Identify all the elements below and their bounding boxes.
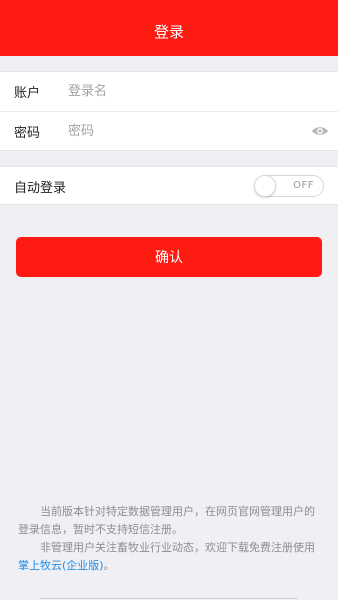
account-row: 账户 <box>0 72 338 111</box>
page-title: 登录 <box>153 22 184 41</box>
auto-login-section: 自动登录 OFF <box>0 166 338 205</box>
toggle-state-text: OFF <box>293 180 314 191</box>
toggle-knob <box>254 175 276 197</box>
notice-paragraph-2: 非管理用户关注畜牧业行业动态，欢迎下载免费注册使用 掌上牧云(企业版)。 <box>18 539 320 575</box>
password-label: 密码 <box>14 125 41 141</box>
notice-text: 非管理用户关注畜牧业行业动态，欢迎下载免费注册使用 <box>40 541 315 554</box>
footer-notice: 当前版本针对特定数据管理用户，在网页官网管理用户的登录信息，暂时不支持短信注册。… <box>18 503 320 575</box>
login-page: 登录 账户 密码 自动登录 OFF 确认 <box>0 0 338 600</box>
notice-period: 。 <box>103 559 115 572</box>
account-input[interactable] <box>68 78 268 105</box>
password-row: 密码 <box>0 111 338 150</box>
eye-icon[interactable] <box>310 124 330 138</box>
auto-login-label: 自动登录 <box>14 181 67 196</box>
account-label: 账户 <box>14 86 41 101</box>
app-download-link[interactable]: 掌上牧云(企业版) <box>18 559 104 572</box>
login-form: 账户 密码 <box>0 71 338 151</box>
app-header: 登录 <box>0 0 338 56</box>
password-input[interactable] <box>68 118 268 144</box>
auto-login-toggle[interactable]: OFF <box>254 175 324 197</box>
auto-login-row: 自动登录 OFF <box>0 167 338 206</box>
confirm-button[interactable]: 确认 <box>16 237 322 277</box>
notice-paragraph-1: 当前版本针对特定数据管理用户，在网页官网管理用户的登录信息，暂时不支持短信注册。 <box>18 505 315 536</box>
